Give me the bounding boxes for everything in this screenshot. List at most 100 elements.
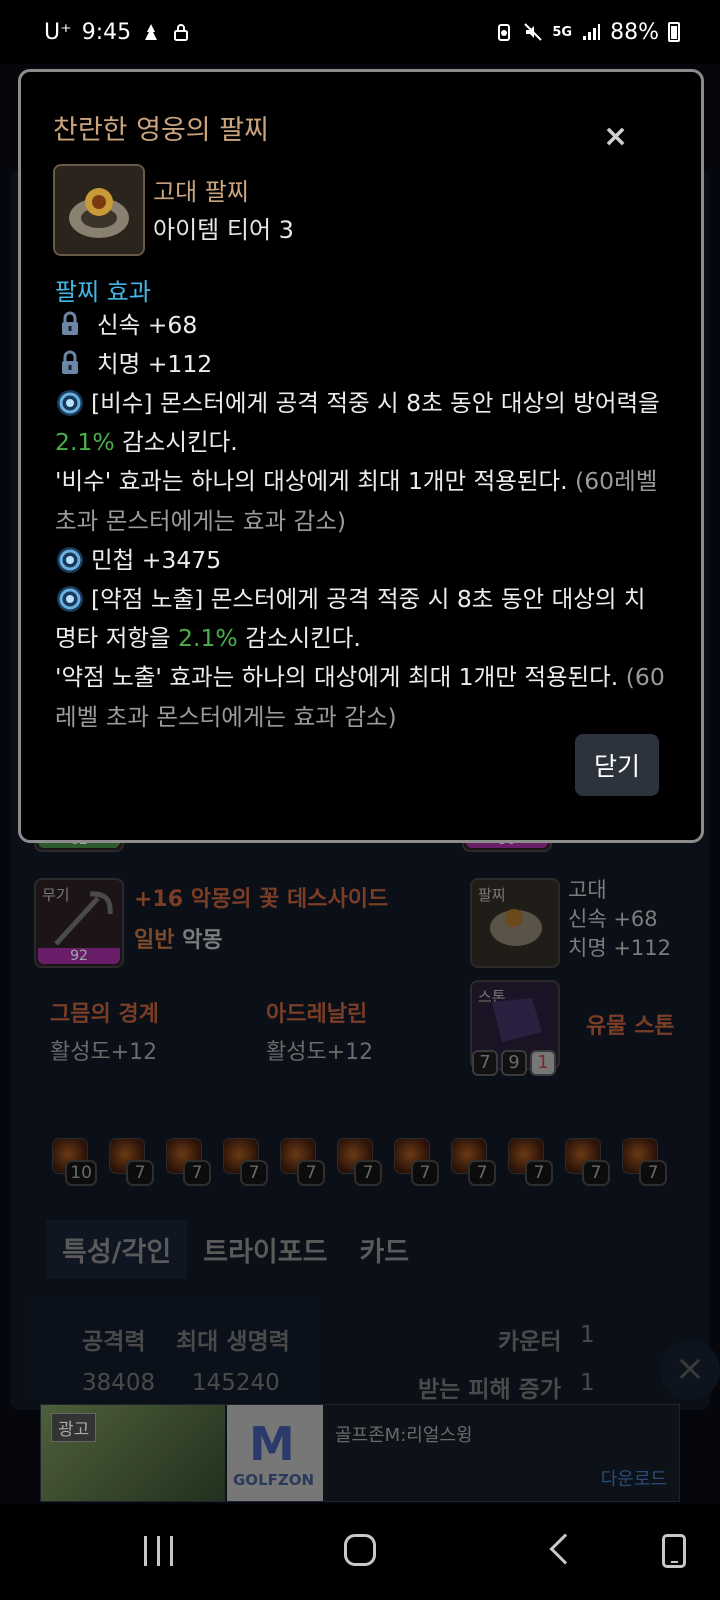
gem-slot[interactable]: 7 bbox=[451, 1138, 496, 1186]
effect-note: 초과 몬스터에게는 효과 감소) bbox=[55, 506, 347, 535]
gem-slot[interactable]: 7 bbox=[109, 1138, 154, 1186]
signal-icon bbox=[583, 24, 601, 40]
lock-icon bbox=[62, 311, 78, 335]
stat-label: 카운터 bbox=[498, 1329, 562, 1355]
back-icon[interactable] bbox=[549, 1533, 581, 1565]
stat-value: 38408 bbox=[82, 1370, 156, 1396]
gem-level: 7 bbox=[525, 1160, 553, 1186]
gem-row: 10 7 7 7 7 7 7 7 7 7 7 bbox=[52, 1138, 667, 1186]
gem-level: 7 bbox=[468, 1160, 496, 1186]
gem-level: 7 bbox=[240, 1160, 268, 1186]
gem-slot[interactable]: 7 bbox=[337, 1138, 382, 1186]
weapon-slot[interactable]: 무기 92 bbox=[34, 878, 124, 968]
clock: 9:45 bbox=[81, 19, 132, 45]
stat-label: 받는 피해 증가 bbox=[418, 1377, 561, 1403]
close-ad-icon[interactable]: × bbox=[660, 1340, 720, 1400]
engraving-value: 활성도+12 bbox=[50, 1040, 158, 1065]
gem-level: 7 bbox=[639, 1160, 667, 1186]
gem-slot[interactable]: 7 bbox=[622, 1138, 667, 1186]
effect-text: 감소시킨다. bbox=[237, 624, 361, 653]
close-button[interactable]: 닫기 bbox=[575, 734, 659, 796]
effect-text: [비수] 몬스터에게 공격 적중 시 8초 동안 대상의 방어력을 bbox=[91, 389, 660, 417]
bracelet-line3: 치명 +112 bbox=[568, 936, 671, 960]
gem-level: 10 bbox=[65, 1160, 97, 1186]
engraving-name: 아드레날린 bbox=[266, 1002, 368, 1027]
gem-slot[interactable]: 7 bbox=[394, 1138, 439, 1186]
effect-percent: 2.1% bbox=[55, 428, 115, 457]
stat-value: 145240 bbox=[192, 1370, 280, 1396]
stone-levels: 7 9 1 bbox=[472, 1050, 556, 1076]
effect-note: 레벨 초과 몬스터에게는 효과 감소) bbox=[55, 702, 397, 731]
weapon-name: +16 악몽의 꽃 데스사이드 bbox=[134, 887, 389, 912]
tab-card[interactable]: 카드 bbox=[343, 1220, 425, 1279]
swirl-icon bbox=[57, 547, 83, 573]
stone-level: 7 bbox=[472, 1050, 498, 1076]
status-bar: U⁺ 9:45 5G 88% bbox=[0, 0, 720, 64]
effect-text: 민첩 +3475 bbox=[91, 546, 222, 574]
item-grade: 고대 팔찌 bbox=[153, 178, 249, 206]
ad-logo-text: GOLFZON bbox=[233, 1471, 315, 1489]
effect-note: (60 bbox=[625, 663, 665, 692]
battery-saver-icon bbox=[498, 24, 511, 41]
gem-level: 7 bbox=[411, 1160, 439, 1186]
gem-slot[interactable]: 7 bbox=[508, 1138, 553, 1186]
effect-line: 치명 +112 bbox=[55, 345, 685, 384]
battery-percent: 88% bbox=[610, 19, 659, 45]
ad-title: 골프존M:리얼스윙 bbox=[335, 1425, 473, 1446]
home-icon[interactable] bbox=[344, 1534, 376, 1566]
stone-level: 9 bbox=[501, 1050, 527, 1076]
tab-engraving[interactable]: 특성/각인 bbox=[46, 1220, 188, 1279]
bracelet-slot[interactable]: 팔찌 bbox=[470, 878, 560, 968]
effect-block: [약점 노출] 몬스터에게 공격 적중 시 8초 동안 대상의 치 명타 저항을 … bbox=[55, 580, 685, 737]
lock-icon bbox=[62, 350, 78, 374]
ad-download-link[interactable]: 다운로드 bbox=[601, 1465, 667, 1491]
grade-prefix: 일반 bbox=[134, 928, 175, 953]
network-type: 5G bbox=[552, 24, 573, 40]
engraving-name: 그믐의 경계 bbox=[50, 1002, 159, 1027]
gem-level: 7 bbox=[126, 1160, 154, 1186]
golfzon-m-icon: M bbox=[249, 1417, 295, 1471]
gem-slot[interactable]: 7 bbox=[223, 1138, 268, 1186]
bracelet-item-icon bbox=[53, 164, 145, 256]
effect-text: 명타 저항을 bbox=[55, 624, 179, 653]
effect-text: '비수' 효과는 하나의 대상에게 최대 1개만 적용된다. bbox=[55, 467, 576, 496]
gem-level: 7 bbox=[582, 1160, 610, 1186]
swirl-icon bbox=[57, 586, 83, 612]
mute-icon bbox=[524, 23, 543, 41]
swirl-icon bbox=[57, 390, 83, 416]
close-icon[interactable]: × bbox=[603, 122, 628, 152]
modal-title: 찬란한 영웅의 팔찌 bbox=[53, 115, 269, 146]
effect-percent: 2.1% bbox=[178, 624, 238, 653]
tab-tripod[interactable]: 트라이포드 bbox=[187, 1220, 343, 1279]
effect-text: 감소시킨다. bbox=[114, 428, 238, 457]
weapon-grade: 일반 악몽 bbox=[134, 922, 223, 954]
ad-banner[interactable]: 광고 M GOLFZON 골프존M:리얼스윙 다운로드 bbox=[40, 1404, 680, 1502]
gem-level: 7 bbox=[183, 1160, 211, 1186]
rotate-screen-icon[interactable] bbox=[662, 1534, 686, 1568]
effect-text: 신속 +68 bbox=[97, 311, 198, 339]
gem-slot[interactable]: 7 bbox=[280, 1138, 325, 1186]
stat-value: 1 bbox=[580, 1322, 595, 1348]
detail-tabs: 특성/각인 트라이포드 카드 bbox=[46, 1220, 425, 1279]
stone-level: 1 bbox=[530, 1050, 556, 1076]
recents-icon[interactable] bbox=[144, 1536, 173, 1566]
gem-slot[interactable]: 10 bbox=[52, 1138, 97, 1186]
gem-level: 7 bbox=[354, 1160, 382, 1186]
ad-badge: 광고 bbox=[51, 1413, 97, 1442]
ad-logo: M GOLFZON bbox=[227, 1405, 323, 1501]
bracelet-icon bbox=[55, 166, 143, 254]
battery-icon bbox=[668, 22, 680, 42]
effect-text: '약점 노출' 효과는 하나의 대상에게 최대 1개만 적용된다. bbox=[55, 663, 626, 692]
stat-label: 최대 생명력 bbox=[176, 1329, 290, 1355]
effect-line: 신속 +68 bbox=[55, 306, 685, 345]
system-nav-bar bbox=[0, 1504, 720, 1600]
effect-note: (60레벨 bbox=[575, 467, 658, 496]
game-notification-icon bbox=[145, 24, 158, 40]
engraving-value: 활성도+12 bbox=[266, 1040, 374, 1065]
gem-slot[interactable]: 7 bbox=[166, 1138, 211, 1186]
effect-line: 민첩 +3475 bbox=[55, 541, 685, 580]
gem-slot[interactable]: 7 bbox=[565, 1138, 610, 1186]
effect-text: 치명 +112 bbox=[97, 350, 213, 378]
stone-label: 유물 스톤 bbox=[586, 1014, 675, 1039]
bracelet-line1: 고대 bbox=[568, 878, 607, 902]
